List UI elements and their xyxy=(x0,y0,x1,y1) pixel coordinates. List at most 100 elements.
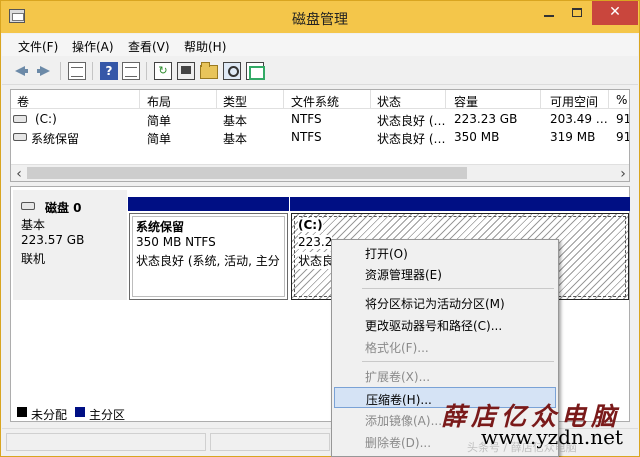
horizontal-scrollbar[interactable]: ‹ › xyxy=(11,164,629,181)
cell-percent: 91 xyxy=(616,130,630,144)
partition-type-bar xyxy=(290,197,630,211)
partition-size: 350 MB NTFS xyxy=(136,235,216,249)
explore-magnifier-icon[interactable] xyxy=(223,62,241,80)
partition-size: 223.2 xyxy=(298,235,333,249)
back-arrow-icon[interactable] xyxy=(12,62,30,80)
action-pane-icon[interactable] xyxy=(122,62,140,80)
cell-volume: 系统保留 xyxy=(31,132,80,146)
cell-free-space: 203.49 … xyxy=(550,112,608,126)
menu-view[interactable]: 查看(V) xyxy=(128,38,170,55)
menu-separator xyxy=(362,361,554,362)
legend-label-unallocated: 未分配 xyxy=(31,408,68,422)
menu-item-label: 更改驱动器号和路径(C)... xyxy=(365,319,503,333)
toolbar: ? ↻ xyxy=(2,57,638,85)
scroll-left-arrow-icon[interactable]: ‹ xyxy=(13,166,25,181)
menu-item-label: 删除卷(D)... xyxy=(365,436,432,450)
help-icon[interactable]: ? xyxy=(100,62,118,80)
column-divider[interactable] xyxy=(445,90,446,109)
menu-item-mark-active[interactable]: 将分区标记为活动分区(M) xyxy=(334,292,556,313)
partition-body: 系统保留 350 MB NTFS 状态良好 (系统, 活动, 主分 xyxy=(129,213,288,300)
column-divider[interactable] xyxy=(370,90,371,109)
menu-item-format[interactable]: 格式化(F)... xyxy=(334,336,556,357)
cell-type: 基本 xyxy=(223,114,248,128)
cell-capacity: 223.23 GB xyxy=(454,112,518,126)
disk-size: 223.57 GB xyxy=(21,233,85,247)
menu-item-explore[interactable]: 资源管理器(E) xyxy=(334,263,556,284)
menu-item-label: 将分区标记为活动分区(M) xyxy=(365,297,505,311)
cell-capacity: 350 MB xyxy=(454,130,500,144)
menu-item-label: 扩展卷(X)... xyxy=(365,370,431,384)
menu-bar: 文件(F) 操作(A) 查看(V) 帮助(H) xyxy=(2,34,638,56)
scroll-right-arrow-icon[interactable]: › xyxy=(617,166,629,181)
menu-separator xyxy=(362,288,554,289)
volume-list-table: 卷 布局 类型 文件系统 状态 容量 可用空间 % (C:) 简单 基本 NTF… xyxy=(10,89,630,182)
refresh-icon[interactable]: ↻ xyxy=(154,62,172,80)
status-pane xyxy=(6,433,206,451)
menu-item-label: 资源管理器(E) xyxy=(365,268,442,282)
disk-type: 基本 xyxy=(21,218,46,232)
status-pane xyxy=(210,433,330,451)
drive-icon xyxy=(13,115,27,123)
menu-item-open[interactable]: 打开(O) xyxy=(334,242,556,263)
cell-percent: 91 xyxy=(616,112,630,126)
menu-item-label: 打开(O) xyxy=(365,247,408,261)
title-bar: 磁盘管理 ✕ xyxy=(1,1,639,33)
column-divider[interactable] xyxy=(139,90,140,109)
open-folder-icon[interactable] xyxy=(200,62,218,79)
close-button[interactable]: ✕ xyxy=(592,1,638,25)
scrollbar-thumb[interactable] xyxy=(27,167,467,179)
properties-icon[interactable] xyxy=(177,62,195,80)
menu-help[interactable]: 帮助(H) xyxy=(184,38,226,55)
partition-name: 系统保留 xyxy=(136,220,185,234)
disk-management-window: 磁盘管理 ✕ 文件(F) 操作(A) 查看(V) 帮助(H) ? ↻ 卷 布局 … xyxy=(0,0,640,457)
console-tree-icon[interactable] xyxy=(68,62,86,80)
maximize-button[interactable] xyxy=(564,1,590,25)
menu-action[interactable]: 操作(A) xyxy=(72,38,114,55)
maximize-icon xyxy=(572,8,582,17)
legend-swatch-unallocated xyxy=(17,407,27,417)
menu-item-label: 格式化(F)... xyxy=(365,341,429,355)
partition-type-bar xyxy=(128,197,289,211)
column-divider[interactable] xyxy=(540,90,541,109)
cell-filesystem: NTFS xyxy=(291,130,322,144)
cell-status: 状态良好 (… xyxy=(377,114,446,128)
partition-status: 状态良 xyxy=(298,252,335,269)
column-divider[interactable] xyxy=(283,90,284,109)
disk-icon xyxy=(21,202,35,210)
table-header: 卷 布局 类型 文件系统 状态 容量 可用空间 % xyxy=(11,90,629,109)
toolbar-separator xyxy=(146,62,147,80)
watermark-url: www.yzdn.net xyxy=(481,425,623,449)
legend-swatch-primary xyxy=(75,407,85,417)
disk-info-panel[interactable]: 磁盘 0 基本 223.57 GB 联机 xyxy=(13,190,127,300)
close-icon: ✕ xyxy=(609,4,621,20)
toolbar-separator xyxy=(92,62,93,80)
cell-status: 状态良好 (… xyxy=(377,132,446,146)
rescan-disk-icon[interactable] xyxy=(246,62,265,80)
minimize-icon xyxy=(544,15,554,17)
table-row[interactable]: 系统保留 简单 基本 NTFS 状态良好 (… 350 MB 319 MB 91 xyxy=(11,128,630,147)
column-divider[interactable] xyxy=(216,90,217,109)
cell-volume: (C:) xyxy=(35,112,57,126)
disk-name: 磁盘 0 xyxy=(45,201,82,215)
minimize-button[interactable] xyxy=(536,1,562,25)
column-divider[interactable] xyxy=(608,90,609,109)
table-row[interactable]: (C:) 简单 基本 NTFS 状态良好 (… 223.23 GB 203.49… xyxy=(11,110,630,129)
toolbar-separator xyxy=(60,62,61,80)
cell-layout: 简单 xyxy=(147,114,172,128)
menu-item-extend-volume[interactable]: 扩展卷(X)... xyxy=(334,365,556,386)
drive-icon xyxy=(13,133,27,141)
cell-layout: 简单 xyxy=(147,132,172,146)
partition-status: 状态良好 (系统, 活动, 主分 xyxy=(136,254,280,268)
cell-type: 基本 xyxy=(223,132,248,146)
partition-system-reserved[interactable]: 系统保留 350 MB NTFS 状态良好 (系统, 活动, 主分 xyxy=(128,197,289,301)
partition-name: (C:) xyxy=(298,218,323,232)
forward-arrow-icon[interactable] xyxy=(35,62,53,80)
menu-item-label: 添加镜像(A)... xyxy=(365,414,443,428)
cell-free-space: 319 MB xyxy=(550,130,596,144)
legend-label-primary: 主分区 xyxy=(89,408,126,422)
menu-file[interactable]: 文件(F) xyxy=(18,38,58,55)
menu-item-change-drive-letter[interactable]: 更改驱动器号和路径(C)... xyxy=(334,314,556,335)
menu-item-label: 压缩卷(H)... xyxy=(366,393,432,407)
disk-status: 联机 xyxy=(21,252,46,266)
cell-filesystem: NTFS xyxy=(291,112,322,126)
